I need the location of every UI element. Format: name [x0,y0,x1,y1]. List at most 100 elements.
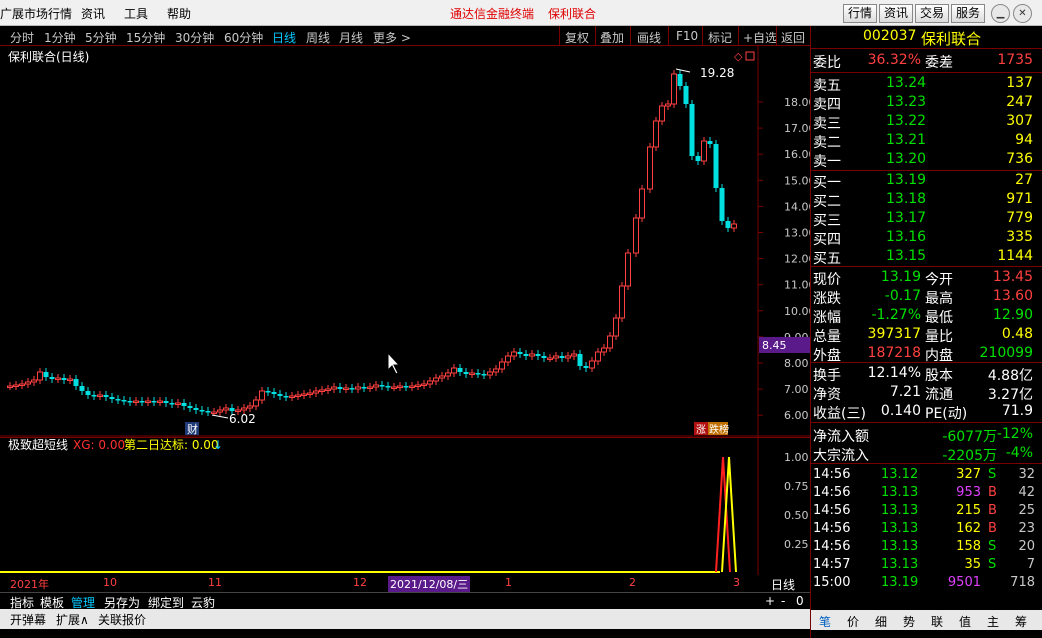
tick-row[interactable]: 14:56 13.13 953 B 42 [811,485,1042,503]
panel-tab[interactable]: 值 [959,613,971,630]
candle [277,394,283,396]
bid-row[interactable]: 买二 13.18 971 [811,191,1042,210]
candle [683,86,689,104]
zoom-out-button[interactable]: - [781,594,785,608]
panel-tab[interactable]: 势 [903,613,915,630]
ask-row[interactable]: 卖五 13.24 137 [811,75,1042,94]
period-1min[interactable]: 1分钟 [44,29,76,46]
ask-row[interactable]: 卖三 13.22 307 [811,113,1042,132]
candle [613,317,619,337]
stat-row[interactable]: 现价 13.19 今开 13.45 [811,269,1042,288]
bid-row[interactable]: 买五 13.15 1144 [811,248,1042,267]
tb-expand[interactable]: 扩展∧ [56,611,89,628]
period-daily[interactable]: 日线 [272,29,296,46]
tool-add-watch[interactable]: +自选 [743,29,777,46]
kline-chart[interactable]: 保利联合(日线) ◇ 18.00 17.00 16.00 15.00 14.00 13.0… [0,46,810,437]
candle [25,381,31,385]
panel-tab[interactable]: 价 [847,613,859,630]
candle [43,372,49,377]
stat-row[interactable]: 总量 397317 量比 0.48 [811,326,1042,345]
price-tick: 12.00 [784,253,810,266]
candle [301,393,307,396]
stock-code: 002037 [863,28,917,44]
axis-cursor-date: 2021/12/08/三 [388,576,471,592]
stat-row[interactable]: 涨幅 -1.27% 最低 12.90 [811,307,1042,326]
period-more[interactable]: 更多 > [373,29,411,46]
tool-mark[interactable]: 标记 [708,29,732,46]
flow-row[interactable]: 净流入额 -6077万 -12% [811,426,1042,445]
tb-danmaku[interactable]: 开弹幕 [10,611,46,628]
panel-tab[interactable]: 筹 [1015,613,1027,630]
candle [337,387,343,389]
menu-market[interactable]: 广展市场行情 [0,5,72,22]
tool-fuquan[interactable]: 复权 [565,29,589,46]
tb-related-quote[interactable]: 关联报价 [98,611,146,628]
candle [325,388,331,391]
period-15min[interactable]: 15分钟 [126,29,165,46]
stat2-row[interactable]: 收益(三) 0.140 PE(动) 71.9 [811,403,1042,422]
panel-tab[interactable]: 联 [931,613,943,630]
bid-row[interactable]: 买三 13.17 779 [811,210,1042,229]
tick-row[interactable]: 14:56 13.12 327 S 32 [811,467,1042,485]
indicator-chart[interactable]: 极致超短线 XG: 0.00 第二日达标: 0.00 ↓ 1.00 0.75 0… [0,437,810,575]
bid-row[interactable]: 买四 13.16 335 [811,229,1042,248]
period-timeshare[interactable]: 分时 [10,29,34,46]
btn-service[interactable]: 服务 [951,4,986,23]
candle [259,390,265,401]
tick-row[interactable]: 15:00 13.19 9501 718 [811,575,1042,593]
ask-row[interactable]: 卖四 13.23 247 [811,94,1042,113]
btn-quote[interactable]: 行情 [843,4,878,23]
price-tick: 18.00 [784,96,810,109]
period-30min[interactable]: 30分钟 [175,29,214,46]
chart-title: 保利联合(日线) [8,49,89,64]
panel-tab[interactable]: 细 [875,613,887,630]
candle [619,285,625,319]
period-60min[interactable]: 60分钟 [224,29,263,46]
diamond-icon[interactable]: ◇ [734,50,743,63]
stat-row[interactable]: 外盘 187218 内盘 210099 [811,345,1042,364]
tool-overlay[interactable]: 叠加 [600,29,624,46]
candle [445,372,451,377]
menu-help[interactable]: 帮助 [167,5,191,22]
tool-back[interactable]: 返回 [781,29,805,46]
btn-info[interactable]: 资讯 [879,4,914,23]
stat2-row[interactable]: 换手 12.14% 股本 4.88亿 [811,365,1042,384]
candle [67,378,73,381]
sub-tick-3: 0.50 [784,509,809,522]
btn-trade[interactable]: 交易 [915,4,950,23]
reset-button[interactable]: 0 [796,594,804,608]
bottom-toolbar: 开弹幕 扩展∧ 关联报价 [0,609,810,629]
tick-row[interactable]: 14:56 13.13 162 B 23 [811,521,1042,539]
tool-draw[interactable]: 画线 [637,29,661,46]
zoom-in-button[interactable]: + [765,594,775,608]
candle [361,387,367,389]
bid-row[interactable]: 买一 13.19 27 [811,172,1042,191]
tick-row[interactable]: 14:56 13.13 215 B 25 [811,503,1042,521]
candle [625,252,631,287]
close-icon[interactable]: ✕ [1013,4,1032,23]
panel-tab[interactable]: 主 [987,613,999,630]
panel-tab[interactable]: 笔 [819,613,831,630]
tick-row[interactable]: 14:56 13.13 158 S 20 [811,539,1042,557]
candle [205,411,211,413]
candle [633,217,639,254]
period-weekly[interactable]: 周线 [306,29,330,46]
tool-f10[interactable]: F10 [676,29,698,43]
ask-row[interactable]: 卖一 13.20 736 [811,151,1042,170]
candle [37,371,43,381]
menu-news[interactable]: 资讯 [81,5,105,22]
ask-row[interactable]: 卖二 13.21 94 [811,132,1042,151]
flow-row[interactable]: 大宗流入 -2205万 -4% [811,445,1042,464]
candle [475,373,481,375]
candle [427,380,433,385]
stat2-row[interactable]: 净资 7.21 流通 3.27亿 [811,384,1042,403]
stat-row[interactable]: 涨跌 -0.17 最高 13.60 [811,288,1042,307]
tick-row[interactable]: 14:57 13.13 35 S 7 [811,557,1042,575]
menu-tools[interactable]: 工具 [124,5,148,22]
period-5min[interactable]: 5分钟 [85,29,117,46]
indicator-name[interactable]: 极致超短线 [8,437,68,452]
minimize-icon[interactable]: ▁ [991,4,1010,23]
axis-period[interactable]: 日线 [771,576,795,593]
period-monthly[interactable]: 月线 [339,29,363,46]
candle [19,383,25,386]
